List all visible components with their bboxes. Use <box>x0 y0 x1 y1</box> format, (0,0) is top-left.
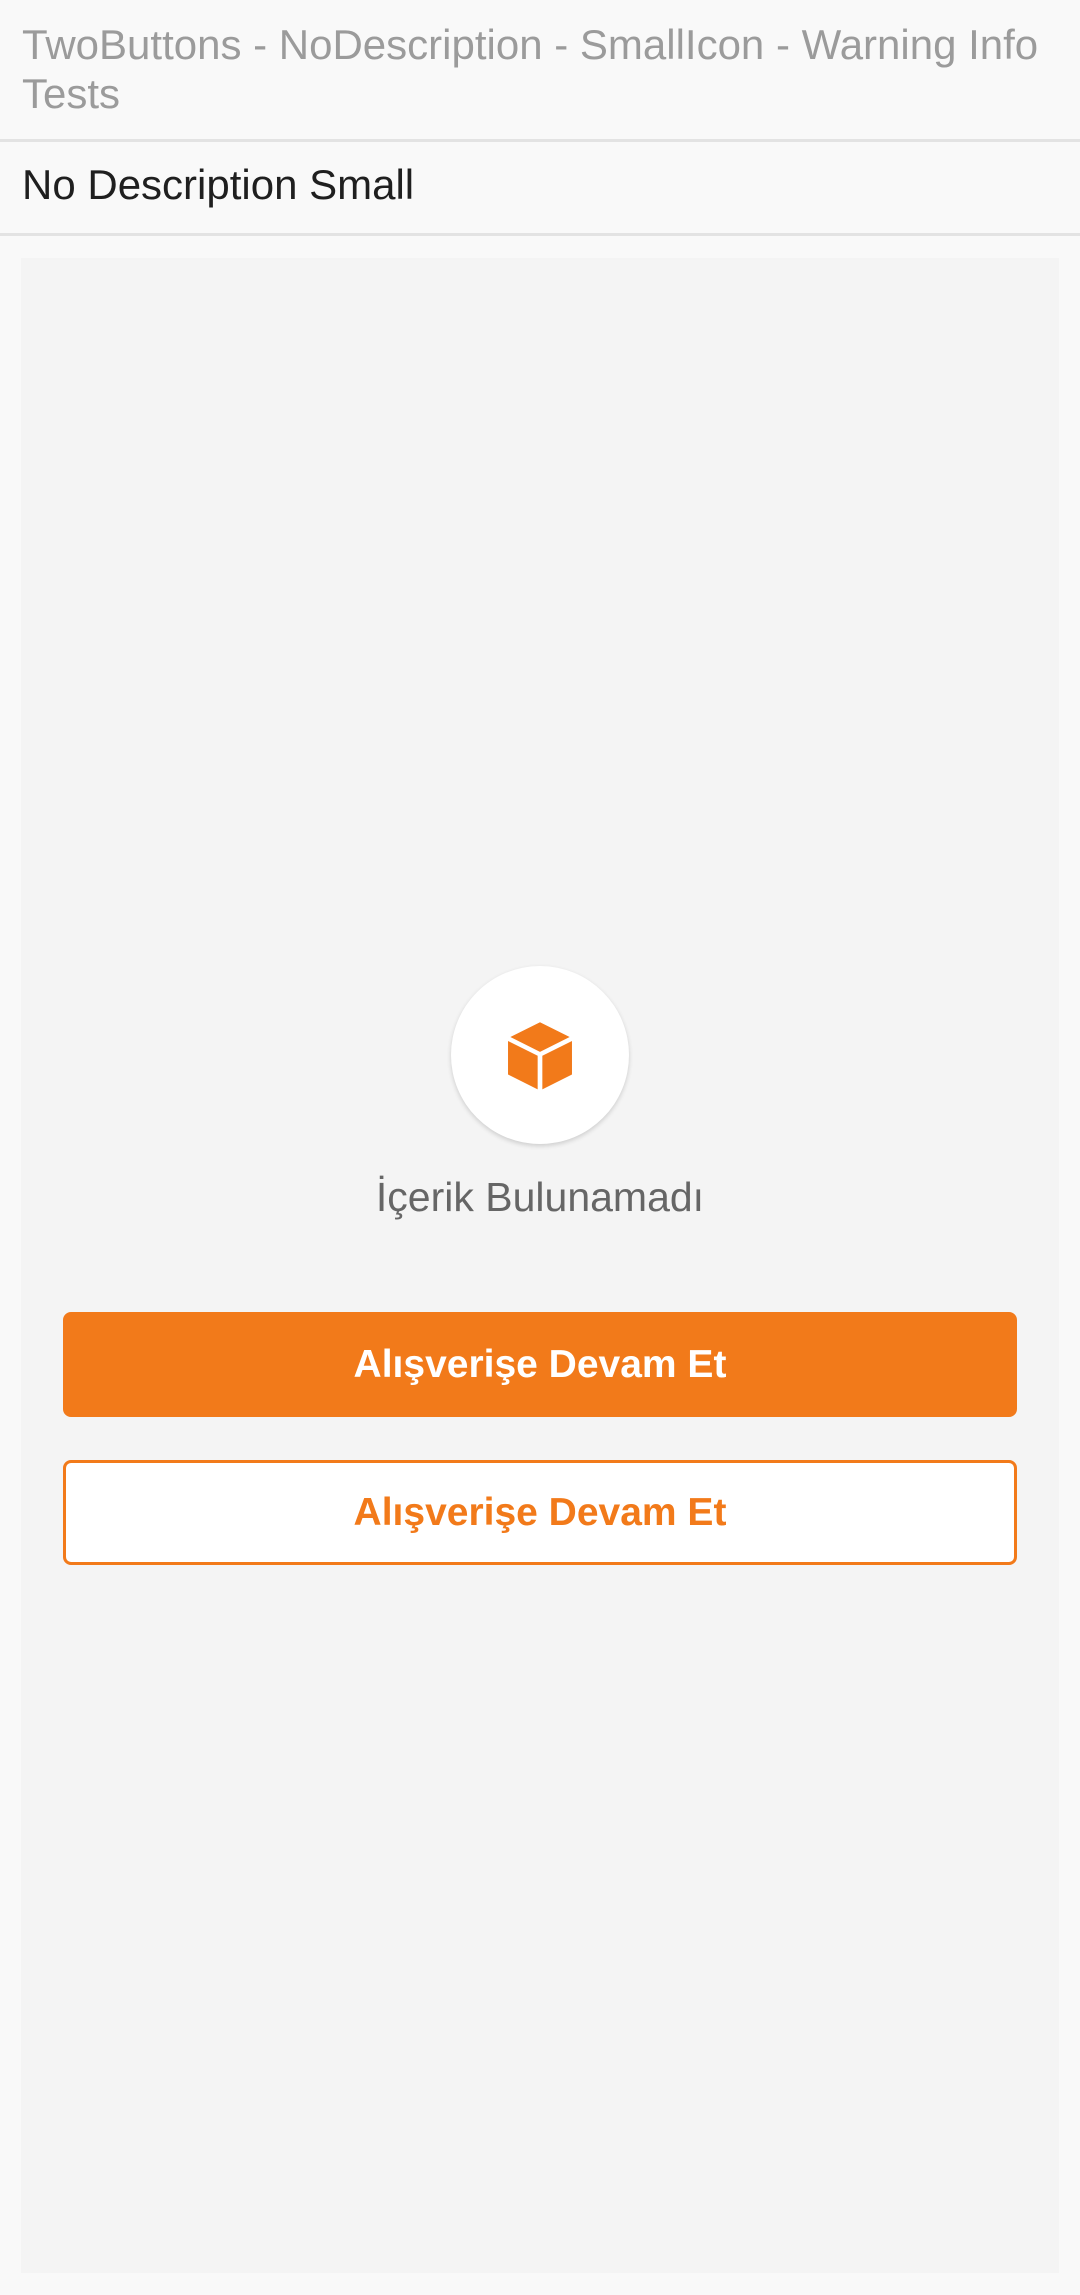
continue-shopping-outline-button-label: Alışverişe Devam Et <box>353 1490 727 1534</box>
header-divider <box>0 139 1080 142</box>
continue-shopping-button-label: Alışverişe Devam Et <box>353 1342 727 1386</box>
section-label: No Description Small <box>22 161 415 208</box>
continue-shopping-outline-button[interactable]: Alışverişe Devam Et <box>63 1460 1017 1565</box>
page-title: TwoButtons - NoDescription - SmallIcon -… <box>22 21 1039 117</box>
box-icon <box>508 1022 572 1090</box>
continue-shopping-button[interactable]: Alışverişe Devam Et <box>63 1312 1017 1417</box>
empty-state-panel: İçerik Bulunamadı Alışverişe Devam Et Al… <box>21 258 1059 2273</box>
section-divider <box>0 233 1080 236</box>
screen: TwoButtons - NoDescription - SmallIcon -… <box>0 0 1080 2295</box>
empty-state-icon-container <box>451 966 629 1144</box>
empty-state-title: İçerik Bulunamadı <box>375 1174 705 1220</box>
